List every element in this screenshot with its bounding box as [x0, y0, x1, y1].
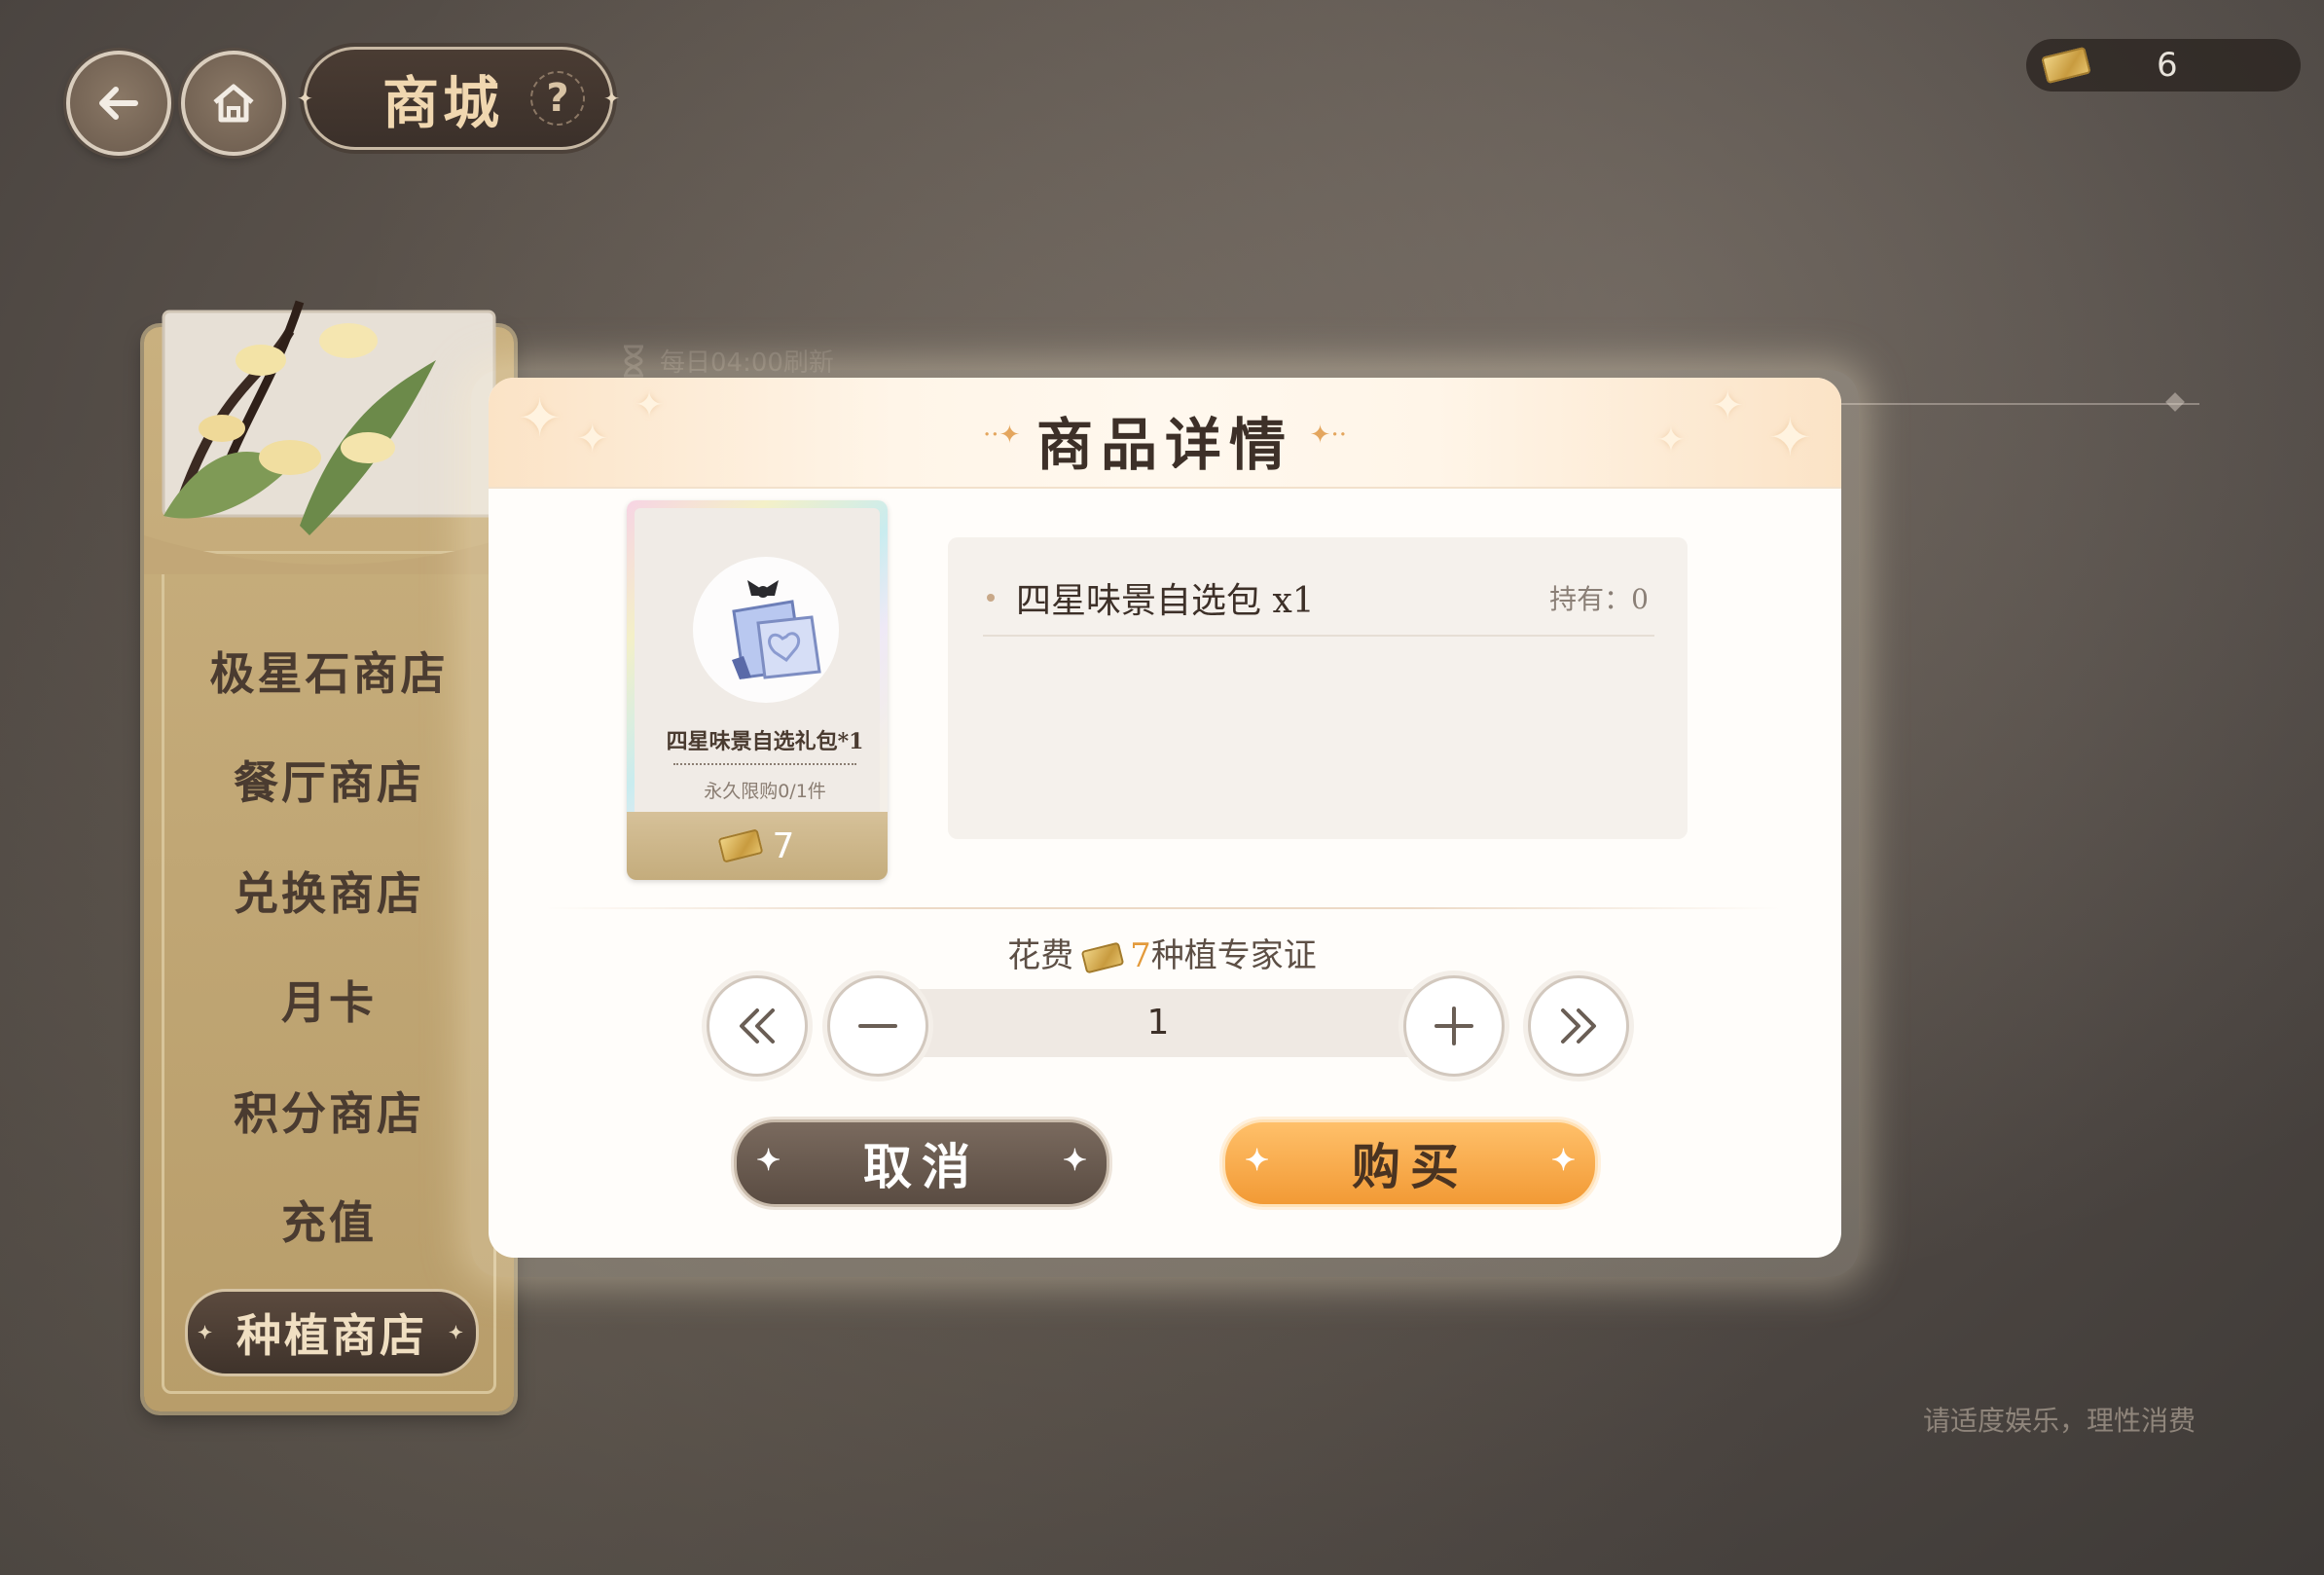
card-item-name: 四星味景自选礼包*1 [666, 729, 864, 754]
vanilla-flower-illustration [144, 300, 514, 574]
double-chevron-right-icon [1561, 1008, 1596, 1044]
cancel-button[interactable]: ✦ 取消 ✦ [734, 1119, 1109, 1207]
item-card: 四星味景自选礼包*1 永久限购0/1件 7 [627, 500, 888, 880]
card-purchase-limit: 永久限购0/1件 [704, 781, 826, 802]
card-price-value: 7 [772, 825, 795, 866]
cost-summary: 花费 7种植专家证 [0, 929, 2324, 976]
divider [545, 907, 1781, 909]
currency-display: 6 [2026, 39, 2301, 92]
help-icon[interactable]: ? [530, 71, 586, 126]
cost-prefix: 花费 [1007, 936, 1074, 975]
sparkle-icon: ✦ [603, 87, 620, 110]
page-title-plate: ✦ 商城 ? ✦ [297, 47, 620, 150]
double-chevron-left-icon [740, 1008, 775, 1044]
increase-button[interactable] [1403, 975, 1505, 1077]
sidebar-item-planting-shop[interactable]: ✦ 种植商店 ✦ [185, 1289, 479, 1376]
sidebar-item-monthly-card[interactable]: 月卡 [144, 968, 514, 1032]
sidebar-item-star-stone-shop[interactable]: 极星石商店 [144, 639, 514, 703]
sidebar-item-recharge[interactable]: 充值 [144, 1188, 514, 1252]
currency-amount: 6 [2157, 46, 2178, 85]
modal-header: ✦ ✦ ✦ ✦ ✦ ✦ ··✦ ✦·· 商品详情 [489, 378, 1841, 489]
minus-icon [858, 1024, 897, 1028]
card-divider [673, 763, 856, 765]
sidebar-item-restaurant-shop[interactable]: 餐厅商店 [144, 748, 514, 812]
sidebar-item-exchange-shop[interactable]: 兑换商店 [144, 859, 514, 923]
card-price: 7 [627, 812, 888, 880]
cost-amount: 7 [1130, 936, 1151, 975]
modal-title: 商品详情 [1035, 412, 1293, 478]
buy-label: 购买 [1352, 1138, 1469, 1195]
buy-button[interactable]: ✦ 购买 ✦ [1222, 1119, 1598, 1207]
decrease-button[interactable] [827, 975, 928, 1077]
quantity-value[interactable]: 1 [895, 989, 1421, 1057]
gift-bag-icon [732, 580, 821, 679]
content-item-name: 四星味景自选包 x1 [1016, 581, 1315, 621]
sparkle-icon: ✦ [448, 1322, 466, 1343]
plus-icon [1434, 1007, 1473, 1045]
cost-currency-name: 种植专家证 [1150, 936, 1317, 975]
planting-ticket-icon [1080, 941, 1125, 974]
owned-count: 持有：0 [1549, 583, 1649, 615]
item-contents-box: 四星味景自选包 x1 持有：0 [948, 537, 1688, 839]
sparkle-icon: ✦ [1062, 1144, 1087, 1178]
sparkle-icon: ✦ [756, 1144, 781, 1178]
sparkle-icon: ✦ [1245, 1144, 1270, 1178]
sidebar-item-label: 种植商店 [236, 1309, 427, 1362]
back-arrow-icon [99, 87, 138, 120]
sparkle-icon: ✦ [198, 1322, 216, 1343]
planting-ticket-icon [2041, 46, 2091, 85]
footer-note: 请适度娱乐，理性消费 [1923, 1405, 2197, 1437]
home-icon [213, 84, 254, 123]
page-title: 商城 [382, 70, 504, 136]
bullet-icon [987, 594, 995, 602]
divider [1830, 403, 2199, 405]
min-quantity-button[interactable] [707, 975, 808, 1077]
max-quantity-button[interactable] [1528, 975, 1629, 1077]
home-button[interactable] [181, 51, 286, 156]
list-item: 四星味景自选包 x1 持有：0 [987, 572, 1649, 623]
sparkle-icon: ✦ [1550, 1144, 1576, 1178]
divider [983, 635, 1654, 637]
planting-ticket-icon [717, 828, 764, 863]
back-button[interactable] [66, 51, 171, 156]
sidebar-item-points-shop[interactable]: 积分商店 [144, 1079, 514, 1143]
card-body: 四星味景自选礼包*1 永久限购0/1件 [635, 508, 880, 820]
cancel-label: 取消 [863, 1138, 980, 1195]
sparkle-icon: ✦ [297, 87, 313, 110]
